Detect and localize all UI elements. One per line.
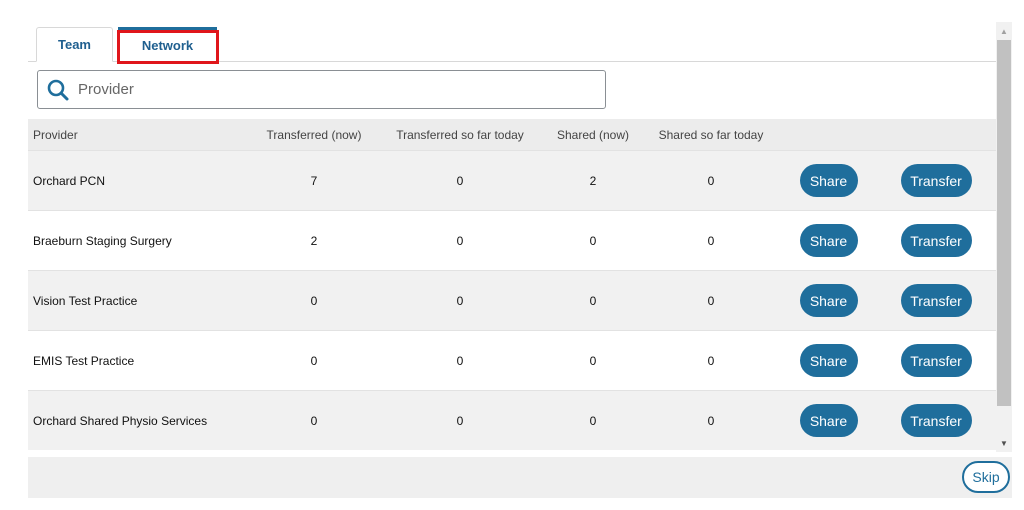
share-button[interactable]: Share (799, 344, 858, 377)
transfer-cell: Transfer (881, 164, 991, 197)
transferred-now-value: 0 (310, 293, 318, 308)
transfer-cell: Transfer (881, 224, 991, 257)
header-shared-today: Shared so far today (658, 127, 764, 142)
transferred-now-value: 0 (310, 413, 318, 428)
table-header: Provider Transferred (now) Transferred s… (28, 119, 996, 150)
scroll-down-arrow-icon[interactable]: ▼ (996, 434, 1012, 452)
shared-now-value: 2 (589, 173, 597, 188)
scroll-up-arrow-icon[interactable]: ▲ (996, 22, 1012, 40)
share-button[interactable]: Share (799, 164, 858, 197)
transfer-button[interactable]: Transfer (900, 404, 972, 437)
share-button[interactable]: Share (799, 224, 858, 257)
share-cell: Share (776, 284, 881, 317)
provider-name: Braeburn Staging Surgery (33, 233, 172, 248)
tab-team[interactable]: Team (36, 27, 113, 62)
transfer-button[interactable]: Transfer (900, 164, 972, 197)
transfer-cell: Transfer (881, 404, 991, 437)
share-cell: Share (776, 224, 881, 257)
shared-now-value: 0 (589, 413, 597, 428)
transferred-now-value: 2 (310, 233, 318, 248)
transfer-cell: Transfer (881, 344, 991, 377)
share-cell: Share (776, 164, 881, 197)
provider-table: Provider Transferred (now) Transferred s… (28, 119, 996, 450)
share-button[interactable]: Share (799, 284, 858, 317)
footer-bar: Skip (28, 457, 1012, 498)
shared-today-value: 0 (707, 293, 715, 308)
header-transferred-today: Transferred so far today (396, 127, 524, 142)
vertical-scrollbar[interactable]: ▲ ▼ (996, 22, 1012, 452)
shared-today-value: 0 (707, 233, 715, 248)
transferred-today-value: 0 (456, 173, 464, 188)
header-provider: Provider (33, 127, 78, 142)
search-icon (44, 76, 72, 104)
search-box[interactable] (37, 70, 606, 109)
table-row: Orchard Shared Physio Services 0 0 0 0 S… (28, 390, 996, 450)
provider-name: Orchard PCN (33, 173, 106, 188)
table-row: EMIS Test Practice 0 0 0 0 Share Transfe… (28, 330, 996, 390)
provider-name: Orchard Shared Physio Services (33, 413, 208, 428)
transfer-cell: Transfer (881, 284, 991, 317)
provider-search-input[interactable] (76, 80, 580, 99)
provider-name: EMIS Test Practice (33, 353, 135, 368)
share-button[interactable]: Share (799, 404, 858, 437)
transferred-today-value: 0 (456, 353, 464, 368)
transferred-today-value: 0 (456, 293, 464, 308)
table-row: Vision Test Practice 0 0 0 0 Share Trans… (28, 270, 996, 330)
transferred-now-value: 0 (310, 353, 318, 368)
tab-network[interactable]: Network (118, 27, 217, 61)
transferred-now-value: 7 (310, 173, 318, 188)
shared-today-value: 0 (707, 173, 715, 188)
scrollbar-thumb[interactable] (997, 40, 1011, 406)
transferred-today-value: 0 (456, 413, 464, 428)
skip-button[interactable]: Skip (962, 461, 1010, 493)
shared-now-value: 0 (589, 233, 597, 248)
header-transferred-now: Transferred (now) (266, 127, 362, 142)
table-row: Braeburn Staging Surgery 2 0 0 0 Share T… (28, 210, 996, 270)
transfer-button[interactable]: Transfer (900, 344, 972, 377)
share-cell: Share (776, 404, 881, 437)
table-row: Orchard PCN 7 0 2 0 Share Transfer (28, 150, 996, 210)
provider-name: Vision Test Practice (33, 293, 138, 308)
transfer-button[interactable]: Transfer (900, 284, 972, 317)
shared-now-value: 0 (589, 353, 597, 368)
transfer-button[interactable]: Transfer (900, 224, 972, 257)
header-shared-now: Shared (now) (556, 127, 630, 142)
shared-now-value: 0 (589, 293, 597, 308)
shared-today-value: 0 (707, 413, 715, 428)
shared-today-value: 0 (707, 353, 715, 368)
tab-bar: Team Network (28, 27, 996, 62)
transferred-today-value: 0 (456, 233, 464, 248)
share-cell: Share (776, 344, 881, 377)
